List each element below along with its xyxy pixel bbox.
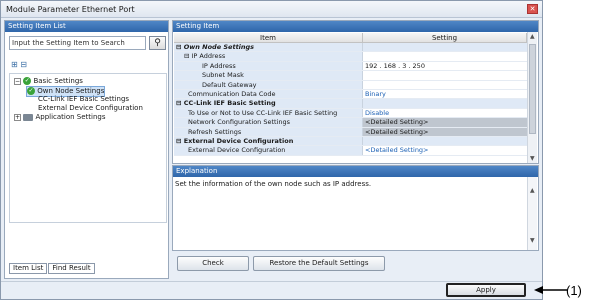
check-button[interactable]: Check (177, 256, 249, 271)
tree-toolbar: ⊞ ⊟ (11, 60, 27, 69)
scroll-thumb[interactable] (529, 44, 536, 134)
row-item: Own Node Settings (183, 43, 255, 51)
table-row[interactable]: Refresh Settings <Detailed Setting> (174, 127, 527, 137)
tree-item-external-device-configuration[interactable]: External Device Configuration (38, 104, 143, 113)
search-binoculars-icon[interactable]: ⚲ (149, 36, 166, 50)
ip-address-field[interactable]: 192 . 168 . 3 . 250 (363, 62, 527, 70)
setting-item-list-header: Setting Item List (5, 21, 168, 32)
tree-item-cc-link-ief-basic-settings[interactable]: CC-Link IEF Basic Settings (38, 95, 129, 104)
row-item: Subnet Mask (174, 71, 363, 80)
tree-item-label: Basic Settings (33, 77, 83, 85)
check-icon: ✓ (27, 87, 35, 95)
close-icon[interactable]: ✕ (527, 4, 538, 14)
row-item: Network Configuration Settings (174, 118, 363, 127)
explanation-scrollbar[interactable]: ▲ ▼ (527, 177, 537, 250)
search-input[interactable]: Input the Setting Item to Search (9, 36, 146, 50)
collapse-icon[interactable]: ⊟ (176, 43, 184, 51)
row-item: Default Gateway (174, 80, 363, 89)
scroll-down-icon[interactable]: ▼ (530, 155, 535, 162)
row-item: IP Address (191, 52, 226, 61)
row-item: To Use or Not to Use CC-Link IEF Basic S… (174, 108, 363, 118)
table-row[interactable]: To Use or Not to Use CC-Link IEF Basic S… (174, 108, 527, 119)
row-setting (363, 136, 527, 146)
table-row[interactable]: IP Address 192 . 168 . 3 . 250 (174, 61, 527, 72)
row-item: External Device Configuration (174, 146, 363, 155)
row-item: IP Address (174, 61, 363, 71)
column-header-setting: Setting (363, 33, 527, 42)
subnet-mask-field[interactable] (363, 71, 527, 79)
callout-label: (1) (566, 283, 582, 298)
title-bar: Module Parameter Ethernet Port ✕ (1, 1, 542, 18)
default-gateway-field[interactable] (363, 81, 527, 89)
setting-item-list-panel: Setting Item List Input the Setting Item… (4, 20, 169, 279)
table-row[interactable]: Default Gateway (174, 80, 527, 90)
scroll-up-icon[interactable]: ▲ (530, 33, 535, 40)
communication-data-code-select[interactable]: Binary (363, 90, 527, 98)
tree-item-label: Own Node Settings (37, 87, 105, 95)
tree-item-label: External Device Configuration (38, 104, 143, 112)
table-row[interactable]: ⊟ CC-Link IEF Basic Setting (174, 99, 527, 109)
collapse-all-icon[interactable]: ⊟ (20, 60, 27, 69)
expand-all-icon[interactable]: ⊞ (11, 60, 18, 69)
explanation-panel: Explanation Set the information of the o… (172, 165, 539, 251)
table-row[interactable]: Network Configuration Settings <Detailed… (174, 118, 527, 128)
table-row[interactable]: Communication Data Code Binary (174, 89, 527, 100)
row-item: Refresh Settings (174, 127, 363, 136)
left-panel-tabs: Item List Find Result (9, 263, 96, 274)
setting-tree: − ✓ Basic Settings ✓ Own Node Settings C… (9, 73, 167, 223)
restore-defaults-button[interactable]: Restore the Default Settings (253, 256, 385, 271)
expand-icon[interactable]: + (14, 113, 21, 121)
folder-icon (23, 113, 34, 121)
tree-item-label: Application Settings (35, 113, 106, 121)
explanation-text: Set the information of the own node such… (175, 180, 372, 188)
scroll-down-icon[interactable]: ▼ (530, 237, 535, 244)
window-title: Module Parameter Ethernet Port (6, 5, 135, 14)
apply-button[interactable]: Apply (446, 283, 526, 297)
settings-scrollbar[interactable]: ▲ ▼ (527, 32, 537, 163)
settings-table: Item Setting ⊟ Own Node Settings ⊟ IP Ad… (174, 33, 527, 156)
row-setting (363, 99, 527, 108)
table-header: Item Setting (174, 33, 527, 43)
table-row[interactable]: ⊟ IP Address (174, 52, 527, 62)
collapse-icon[interactable]: ⊟ (176, 137, 184, 145)
setting-item-header: Setting Item (173, 21, 538, 32)
refresh-settings-detail[interactable]: <Detailed Setting> (363, 127, 527, 136)
setting-item-panel: Setting Item Item Setting ⊟ Own Node Set… (172, 20, 539, 164)
table-row[interactable]: ⊟ External Device Configuration (174, 136, 527, 147)
tab-find-result[interactable]: Find Result (48, 263, 95, 274)
collapse-icon[interactable]: ⊟ (176, 99, 184, 107)
row-item: Communication Data Code (174, 89, 363, 99)
collapse-icon[interactable]: − (14, 77, 21, 85)
table-row[interactable]: Subnet Mask (174, 71, 527, 81)
callout-arrow-icon (534, 286, 567, 294)
tab-item-list[interactable]: Item List (9, 263, 48, 274)
external-device-detail[interactable]: <Detailed Setting> (363, 146, 527, 154)
table-row[interactable]: External Device Configuration <Detailed … (174, 146, 527, 156)
network-configuration-detail[interactable]: <Detailed Setting> (363, 118, 527, 127)
explanation-header: Explanation (173, 166, 538, 177)
module-parameter-window: Module Parameter Ethernet Port ✕ Setting… (0, 0, 543, 300)
collapse-icon[interactable]: ⊟ (184, 52, 192, 60)
search-row: Input the Setting Item to Search ⚲ (9, 36, 166, 51)
scroll-up-icon[interactable]: ▲ (530, 187, 535, 194)
cc-link-ief-use-select[interactable]: Disable (363, 109, 527, 117)
column-header-item: Item (174, 33, 363, 42)
tree-item-application-settings[interactable]: + Application Settings (14, 113, 106, 122)
table-row[interactable]: ⊟ Own Node Settings (174, 43, 527, 53)
tree-item-basic-settings[interactable]: − ✓ Basic Settings (14, 77, 83, 86)
row-item: External Device Configuration (183, 136, 294, 145)
check-icon: ✓ (23, 77, 32, 85)
row-setting (363, 52, 527, 60)
row-item: CC-Link IEF Basic Setting (183, 99, 276, 108)
tree-item-label: CC-Link IEF Basic Settings (38, 95, 130, 103)
row-setting (363, 43, 527, 52)
